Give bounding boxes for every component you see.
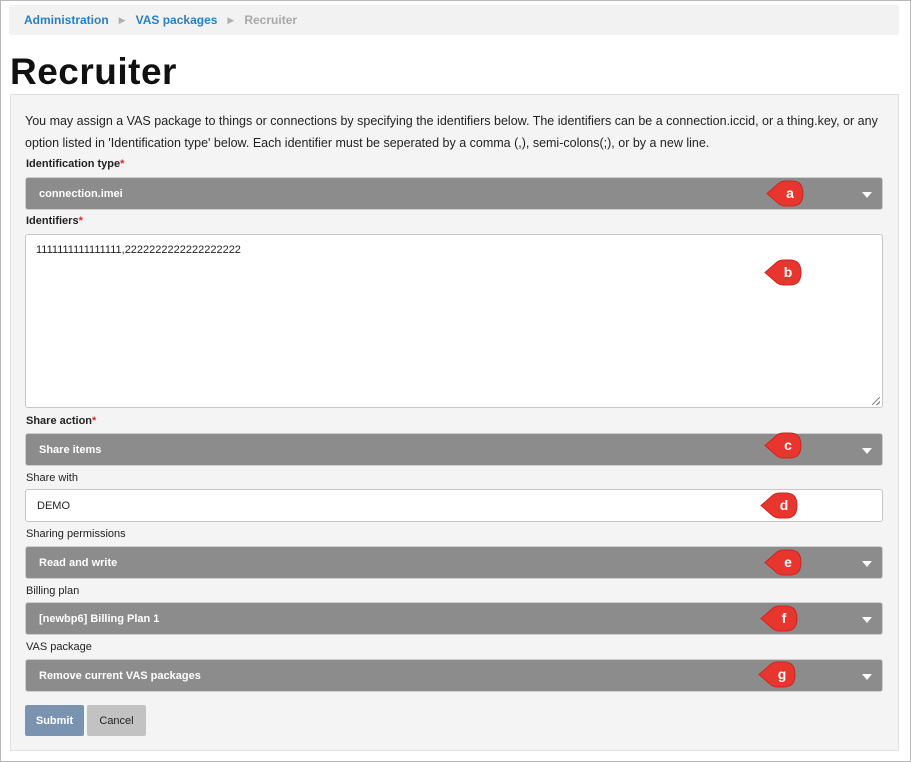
sharing-permissions-select[interactable]: Read and write	[25, 546, 883, 579]
annotation-pin-f: f	[760, 605, 798, 632]
share-with-input[interactable]: DEMO	[25, 489, 883, 522]
annotation-pin-g: g	[758, 661, 796, 688]
share-with-value: DEMO	[37, 499, 70, 512]
breadcrumb-vas-packages[interactable]: VAS packages	[136, 13, 218, 27]
identification-type-select[interactable]: connection.imei	[25, 177, 883, 210]
share-action-label: Share action*	[26, 415, 97, 427]
chevron-down-icon	[862, 617, 872, 623]
breadcrumb-separator-icon: ▶	[118, 14, 126, 25]
required-mark: *	[92, 415, 97, 427]
vas-package-select[interactable]: Remove current VAS packages	[25, 659, 883, 692]
breadcrumb: Administration ▶ VAS packages ▶ Recruite…	[9, 5, 899, 35]
required-mark: *	[78, 215, 83, 227]
page-title: Recruiter	[10, 51, 177, 92]
billing-plan-value: [newbp6] Billing Plan 1	[39, 612, 160, 625]
annotation-pin-d: d	[760, 492, 798, 519]
cancel-button[interactable]: Cancel	[87, 705, 146, 736]
breadcrumb-separator-icon: ▶	[227, 14, 235, 25]
annotation-pin-b: b	[764, 259, 802, 286]
intro-text: You may assign a VAS package to things o…	[25, 114, 878, 150]
chevron-down-icon	[862, 448, 872, 454]
billing-plan-select[interactable]: [newbp6] Billing Plan 1	[25, 602, 883, 635]
identification-type-value: connection.imei	[39, 187, 123, 200]
billing-plan-label: Billing plan	[26, 585, 80, 597]
vas-package-label: VAS package	[26, 641, 92, 653]
share-action-select[interactable]: Share items	[25, 433, 883, 466]
chevron-down-icon	[862, 192, 872, 198]
vas-package-value: Remove current VAS packages	[39, 669, 201, 682]
breadcrumb-current: Recruiter	[244, 13, 298, 27]
annotation-pin-e: e	[764, 549, 802, 576]
identifiers-value: 1111111111111111,2222222222222222222	[36, 244, 241, 256]
identifiers-label: Identifiers*	[26, 215, 83, 227]
required-mark: *	[120, 158, 125, 170]
identifiers-textarea[interactable]: 1111111111111111,2222222222222222222	[25, 234, 883, 408]
sharing-permissions-label: Sharing permissions	[26, 528, 126, 540]
identification-type-label: Identification type*	[26, 158, 125, 170]
sharing-permissions-value: Read and write	[39, 556, 118, 569]
submit-button[interactable]: Submit	[25, 705, 84, 736]
share-with-label: Share with	[26, 472, 78, 484]
breadcrumb-administration[interactable]: Administration	[24, 13, 109, 27]
share-action-value: Share items	[39, 443, 102, 456]
chevron-down-icon	[862, 674, 872, 680]
annotation-pin-c: c	[764, 432, 802, 459]
annotation-pin-a: a	[766, 180, 804, 207]
chevron-down-icon	[862, 561, 872, 567]
resize-grip-icon[interactable]	[872, 397, 880, 405]
